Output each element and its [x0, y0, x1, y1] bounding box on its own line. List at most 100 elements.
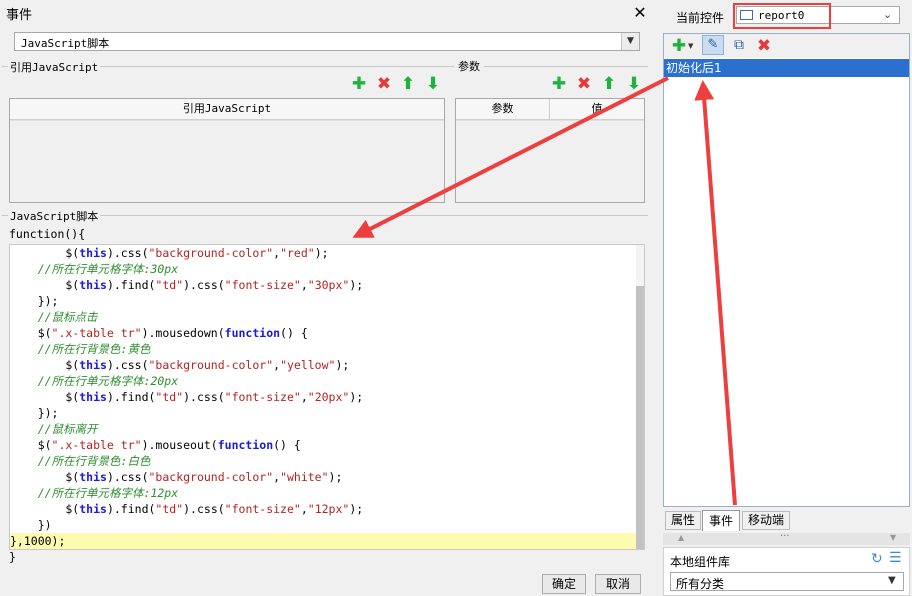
code-token: $( — [10, 390, 80, 404]
code-token: ); — [349, 502, 364, 516]
add-param-icon[interactable]: ✚ — [550, 75, 568, 93]
script-group-label: JavaScript脚本 — [8, 208, 101, 224]
ref-js-group-label: 引用JavaScript — [8, 59, 101, 75]
param-value-header: 值 — [550, 99, 644, 120]
code-token: ).mousedown( — [141, 326, 225, 340]
code-token: $( — [10, 470, 80, 484]
edit-pencil-icon[interactable]: ✎ — [702, 35, 724, 55]
event-type-select[interactable]: JavaScript脚本 ▼ — [14, 32, 640, 51]
chevron-down-icon[interactable]: ▼ — [621, 33, 639, 50]
code-token: "td" — [155, 502, 184, 516]
code-token: ).find( — [106, 502, 156, 516]
add-icon[interactable]: ✚ — [350, 75, 368, 93]
code-line: //鼠标点击 — [10, 309, 636, 325]
code-token: "font-size" — [224, 502, 301, 516]
ref-js-group-line — [92, 66, 454, 67]
chevron-down-icon[interactable]: ▼ — [888, 575, 896, 586]
code-line: $(this).find("td").css("font-size","20px… — [10, 389, 636, 405]
cancel-button[interactable]: 取消 — [595, 574, 641, 594]
code-token: ).css( — [106, 358, 149, 372]
param-down-icon[interactable]: ⬇ — [625, 75, 643, 93]
event-list-panel: ✚ ▼ ✎ ⧉ ✖ 初始化后1 — [663, 33, 910, 507]
tab-mobile[interactable]: 移动端 — [742, 511, 790, 530]
code-token: //鼠标点击 — [10, 310, 98, 324]
code-token: ).css( — [183, 502, 225, 516]
code-token: ).css( — [183, 278, 225, 292]
code-token: $( — [10, 326, 52, 340]
code-line: $(this).find("td").css("font-size","30px… — [10, 277, 636, 293]
move-down-icon[interactable]: ⬇ — [424, 75, 442, 93]
dialog-title: 事件 — [6, 8, 33, 23]
ref-js-column-header: 引用JavaScript — [10, 99, 444, 120]
refresh-icon[interactable]: ↻ — [871, 551, 883, 567]
code-token: "background-color" — [148, 470, 274, 484]
code-token: ); — [328, 470, 343, 484]
code-token: , — [300, 278, 308, 292]
close-button[interactable]: ✕ — [628, 2, 652, 24]
current-widget-label: 当前控件 — [676, 11, 725, 25]
ref-js-table[interactable]: 引用JavaScript — [9, 98, 445, 203]
code-token: () { — [280, 326, 308, 340]
code-token: "white" — [280, 470, 329, 484]
code-token: "yellow" — [280, 358, 336, 372]
code-token: this — [79, 278, 107, 292]
delete-icon[interactable]: ✖ — [375, 75, 393, 93]
code-token: $( — [10, 246, 80, 260]
code-token: }) — [10, 518, 52, 532]
code-token: this — [79, 470, 107, 484]
code-token: $( — [10, 278, 80, 292]
code-line: $(".x-table tr").mousedown(function() { — [10, 325, 636, 341]
param-up-icon[interactable]: ⬆ — [600, 75, 618, 93]
code-token: ).css( — [106, 246, 149, 260]
code-token: "red" — [280, 246, 315, 260]
code-token: ); — [349, 278, 364, 292]
code-token: //所在行单元格字体:20px — [10, 374, 179, 388]
code-token: "background-color" — [148, 246, 274, 260]
code-token: ).css( — [183, 390, 225, 404]
code-token: ); — [335, 358, 350, 372]
category-select[interactable]: 所有分类 ▼ — [670, 572, 904, 591]
function-open-text: function(){ — [9, 227, 86, 241]
tab-events[interactable]: 事件 — [702, 510, 740, 531]
splitter-grip-icon: ··· — [780, 531, 790, 542]
code-line: //所在行背景色:白色 — [10, 453, 636, 469]
params-group-label: 参数 — [456, 58, 482, 74]
code-token: function — [217, 438, 274, 452]
code-token: "font-size" — [224, 278, 301, 292]
code-token: "background-color" — [148, 358, 274, 372]
copy-icon[interactable]: ⧉ — [730, 36, 748, 54]
code-line: },1000); — [10, 533, 636, 549]
code-line: $(this).css("background-color","red"); — [10, 245, 636, 261]
delete-event-icon[interactable]: ✖ — [755, 37, 773, 55]
widget-panel: 当前控件 report0 ⌄ ✚ ▼ ✎ ⧉ ✖ 初始化后1 属性 事件 移动端… — [658, 0, 912, 596]
code-line: $(this).css("background-color","white"); — [10, 469, 636, 485]
code-line: }) — [10, 517, 636, 533]
code-token: this — [79, 358, 107, 372]
delete-param-icon[interactable]: ✖ — [575, 75, 593, 93]
params-table[interactable]: 参数 值 — [455, 98, 645, 203]
code-line: }); — [10, 405, 636, 421]
code-token: ).find( — [106, 278, 156, 292]
code-line: $(this).css("background-color","yellow")… — [10, 357, 636, 373]
code-token: //所在行背景色:白色 — [10, 454, 151, 468]
event-dialog: 事件 ✕ JavaScript脚本 ▼ 引用JavaScript 参数 ✚ ✖ … — [0, 0, 658, 596]
code-token: "td" — [155, 278, 184, 292]
function-close-text: } — [9, 550, 16, 564]
code-token: ".x-table tr" — [51, 326, 142, 340]
dropdown-caret-icon[interactable]: ▼ — [688, 42, 693, 50]
ok-button[interactable]: 确定 — [542, 574, 586, 594]
menu-icon[interactable]: ☰ — [889, 550, 902, 566]
code-token: ).find( — [106, 390, 156, 404]
event-list-item[interactable]: 初始化后1 — [664, 59, 909, 77]
chevron-down-icon[interactable]: ⌄ — [883, 8, 892, 21]
code-line: $(this).find("td").css("font-size","12px… — [10, 501, 636, 517]
move-up-icon[interactable]: ⬆ — [399, 75, 417, 93]
code-editor[interactable]: $(this).css("background-color","red"); /… — [9, 244, 645, 550]
collapse-down-icon[interactable]: ▼ — [890, 533, 896, 542]
collapse-up-icon[interactable]: ▲ — [678, 533, 684, 542]
add-event-icon[interactable]: ✚ — [670, 37, 688, 55]
tab-properties[interactable]: 属性 — [665, 511, 701, 530]
code-token: }); — [10, 294, 59, 308]
scrollbar-thumb[interactable] — [636, 286, 644, 549]
code-token: function — [224, 326, 281, 340]
